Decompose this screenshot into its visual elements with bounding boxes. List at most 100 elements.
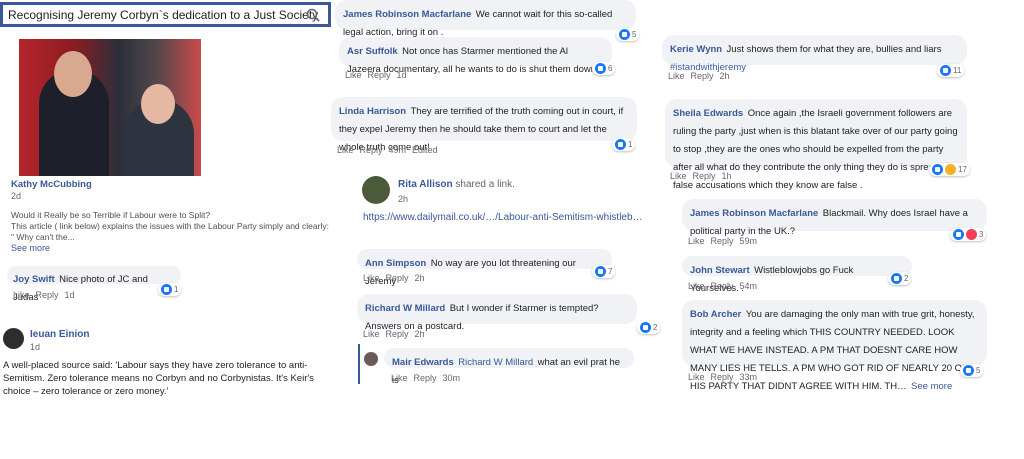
comment-time[interactable]: 2h — [415, 273, 425, 283]
like-link[interactable]: Like — [688, 281, 705, 291]
reaction-count[interactable]: 1 — [158, 283, 182, 296]
comment-time[interactable]: 1h — [722, 171, 732, 181]
like-reaction-icon — [932, 164, 943, 175]
like-link[interactable]: Like — [670, 171, 687, 181]
like-link[interactable]: Like — [363, 329, 380, 339]
reaction-count[interactable]: 3 — [950, 228, 987, 241]
comment-actions: Like Reply 2h — [363, 329, 431, 339]
comment-bubble: Asr Suffolk Not once has Starmer mention… — [339, 37, 612, 75]
commenter-name[interactable]: Bob Archer — [690, 309, 741, 320]
person-head — [141, 84, 175, 124]
commenter-name[interactable]: James Robinson Macfarlane — [690, 208, 818, 219]
post-time[interactable]: 2d — [11, 191, 21, 201]
post-photo[interactable] — [19, 39, 201, 176]
like-link[interactable]: Like — [391, 373, 408, 383]
like-reaction-icon — [619, 29, 630, 40]
reaction-count[interactable]: 7 — [592, 265, 616, 278]
comment-bubble: Sheila Edwards Once again ,the Israeli g… — [665, 99, 967, 191]
reaction-number: 17 — [958, 165, 967, 174]
reply-link[interactable]: Reply — [386, 273, 409, 283]
post-author[interactable]: Kathy McCubbing — [11, 179, 92, 190]
reaction-number: 1 — [628, 140, 633, 149]
commenter-name[interactable]: Mair Edwards — [392, 357, 454, 368]
reaction-number: 5 — [632, 30, 637, 39]
see-more-link[interactable]: See more — [11, 243, 341, 254]
reaction-count[interactable]: 5 — [960, 364, 984, 377]
like-link[interactable]: Like — [668, 71, 685, 81]
commenter-name[interactable]: Sheila Edwards — [673, 108, 743, 119]
comment-bubble: Bob Archer You are damaging the only man… — [682, 300, 987, 392]
like-link[interactable]: Like — [337, 145, 354, 155]
comment-bubble: James Robinson Macfarlane Blackmail. Why… — [682, 199, 987, 237]
comment-time[interactable]: 59m — [740, 236, 758, 246]
reaction-count[interactable]: 11 — [937, 64, 965, 77]
like-link[interactable]: Like — [688, 372, 705, 382]
comment-time[interactable]: 2h — [720, 71, 730, 81]
edited-label: Edited — [412, 145, 438, 155]
share-header: Rita Allison shared a link. — [398, 179, 515, 190]
comment-time[interactable]: 2h — [415, 329, 425, 339]
comment-time[interactable]: 1d — [397, 70, 407, 80]
post-line: This article ( link below) explains the … — [11, 221, 329, 231]
reply-link[interactable]: Reply — [368, 70, 391, 80]
reply-link[interactable]: Reply — [360, 145, 383, 155]
comment-time[interactable]: 33m — [740, 372, 758, 382]
reaction-count[interactable]: 2 — [888, 272, 912, 285]
commenter-name[interactable]: Ann Simpson — [365, 258, 426, 269]
commenter-name[interactable]: Asr Suffolk — [347, 46, 398, 57]
post-author[interactable]: Ieuan Einion — [30, 329, 89, 340]
reaction-number: 2 — [653, 323, 658, 332]
post-time[interactable]: 2h — [398, 194, 408, 204]
share-action: shared a link. — [455, 179, 515, 190]
reply-link[interactable]: Reply — [414, 373, 437, 383]
post-author[interactable]: Rita Allison — [398, 179, 453, 190]
reply-link[interactable]: Reply — [711, 281, 734, 291]
reaction-count[interactable]: 17 — [929, 163, 970, 176]
reply-link[interactable]: Reply — [386, 329, 409, 339]
search-input[interactable]: Recognising Jeremy Corbyn`s dedication t… — [8, 8, 318, 22]
reply-link[interactable]: Reply — [36, 290, 59, 300]
comment-bubble: Joy Swift Nice photo of JC and Judas — [7, 266, 181, 303]
reaction-count[interactable]: 5 — [616, 28, 640, 41]
commenter-name[interactable]: James Robinson Macfarlane — [343, 9, 471, 20]
shared-url[interactable]: https://www.dailymail.co.uk/…/Labour-ant… — [363, 212, 643, 223]
like-reaction-icon — [161, 284, 172, 295]
avatar[interactable] — [362, 176, 390, 204]
reply-link[interactable]: Reply — [693, 171, 716, 181]
reply-link[interactable]: Reply — [711, 372, 734, 382]
reaction-number: 7 — [608, 267, 613, 276]
like-link[interactable]: Like — [363, 273, 380, 283]
avatar[interactable] — [3, 328, 24, 349]
commenter-name[interactable]: Kerie Wynn — [670, 44, 722, 55]
post-time[interactable]: 1d — [30, 342, 40, 352]
tagged-user[interactable]: Richard W Millard — [458, 357, 533, 368]
search-box[interactable]: Recognising Jeremy Corbyn`s dedication t… — [0, 2, 331, 27]
like-link[interactable]: Like — [688, 236, 705, 246]
like-link[interactable]: Like — [13, 290, 30, 300]
comment-time[interactable]: 49m — [389, 145, 407, 155]
commenter-name[interactable]: Linda Harrison — [339, 106, 406, 117]
like-reaction-icon — [953, 229, 964, 240]
reaction-number: 5 — [976, 366, 981, 375]
comment-time[interactable]: 54m — [740, 281, 758, 291]
commenter-name[interactable]: Joy Swift — [13, 274, 55, 285]
commenter-name[interactable]: John Stewart — [690, 265, 750, 276]
see-more-link[interactable]: See more — [911, 381, 952, 392]
reply-link[interactable]: Reply — [711, 236, 734, 246]
reaction-count[interactable]: 1 — [612, 138, 636, 151]
comment-time[interactable]: 1d — [65, 290, 75, 300]
like-reaction-icon — [615, 139, 626, 150]
reaction-count[interactable]: 6 — [592, 62, 616, 75]
reply-link[interactable]: Reply — [691, 71, 714, 81]
comment-time[interactable]: 30m — [443, 373, 461, 383]
comment-actions: Like Reply 2h — [363, 273, 431, 283]
love-reaction-icon — [966, 229, 977, 240]
search-icon[interactable] — [306, 8, 320, 22]
comment-actions: Like Reply 59m — [688, 236, 763, 246]
reaction-number: 3 — [979, 230, 984, 239]
person-head — [54, 51, 92, 97]
reaction-count[interactable]: 2 — [637, 321, 661, 334]
commenter-name[interactable]: Richard W Millard — [365, 303, 445, 314]
avatar[interactable] — [364, 352, 378, 366]
like-link[interactable]: Like — [345, 70, 362, 80]
